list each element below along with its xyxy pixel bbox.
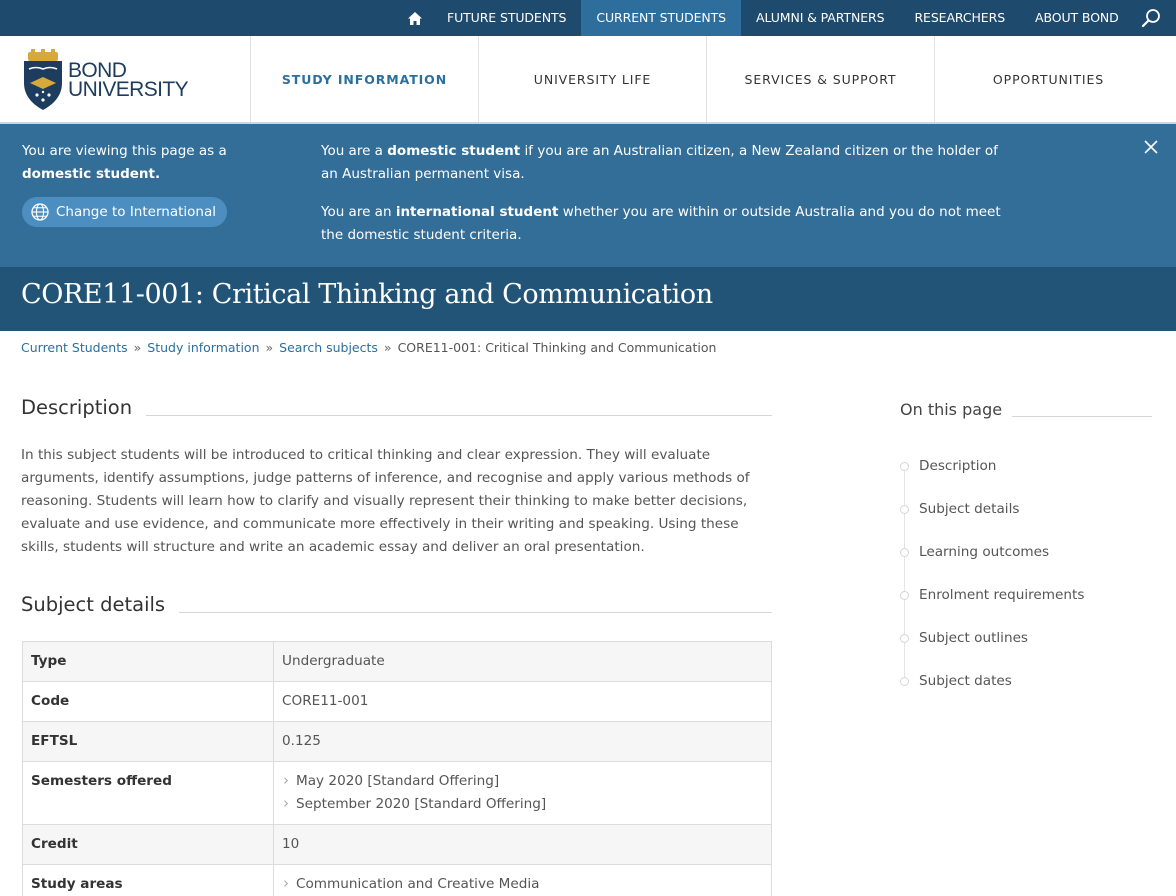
row-value: May 2020 [Standard Offering] September 2… bbox=[273, 761, 772, 825]
audience-nav: FUTURE STUDENTS CURRENT STUDENTS ALUMNI … bbox=[432, 0, 1134, 36]
primary-nav: STUDY INFORMATION UNIVERSITY LIFE SERVIC… bbox=[250, 36, 1162, 122]
row-label: EFTSL bbox=[22, 721, 274, 762]
logo-wordmark: BOND UNIVERSITY bbox=[68, 59, 189, 101]
row-value: Undergraduate bbox=[273, 641, 772, 682]
table-row: Type Undergraduate bbox=[22, 641, 772, 682]
nav-university-life[interactable]: UNIVERSITY LIFE bbox=[478, 36, 706, 122]
subject-details-heading: Subject details bbox=[21, 593, 772, 616]
topnav-about-bond[interactable]: ABOUT BOND bbox=[1020, 0, 1134, 36]
change-to-international-button[interactable]: Change to International bbox=[22, 197, 227, 227]
breadcrumb-search-subjects[interactable]: Search subjects bbox=[279, 340, 378, 355]
description-text: In this subject students will be introdu… bbox=[21, 447, 750, 555]
anchor-subject-outlines[interactable]: Subject outlines bbox=[898, 625, 1158, 668]
row-label: Type bbox=[22, 641, 274, 682]
on-this-page-heading: On this page bbox=[900, 400, 1152, 419]
anchor-enrolment-requirements[interactable]: Enrolment requirements bbox=[898, 582, 1158, 625]
nav-opportunities[interactable]: OPPORTUNITIES bbox=[934, 36, 1162, 122]
table-row: Semesters offered May 2020 [Standard Off… bbox=[22, 761, 772, 825]
nav-study-information[interactable]: STUDY INFORMATION bbox=[250, 36, 478, 122]
breadcrumb-current-page: CORE11-001: Critical Thinking and Commun… bbox=[397, 340, 717, 355]
domestic-definition: You are a domestic student if you are an… bbox=[321, 143, 998, 182]
title-band: CORE11-001: Critical Thinking and Commun… bbox=[0, 267, 1176, 331]
anchor-subject-details[interactable]: Subject details bbox=[898, 496, 1158, 539]
list-item: September 2020 [Standard Offering] bbox=[282, 792, 763, 816]
table-row: Study areas Communication and Creative M… bbox=[22, 864, 772, 896]
student-type-notice: You are viewing this page as a domestic … bbox=[0, 124, 1176, 267]
breadcrumb-study-information[interactable]: Study information bbox=[147, 340, 259, 355]
row-label: Credit bbox=[22, 824, 274, 865]
home-icon[interactable] bbox=[400, 0, 430, 36]
description-heading: Description bbox=[21, 396, 772, 419]
topnav-alumni-partners[interactable]: ALUMNI & PARTNERS bbox=[741, 0, 899, 36]
row-label: Study areas bbox=[22, 864, 274, 896]
row-value: Communication and Creative Media bbox=[273, 864, 772, 896]
breadcrumb-current-students[interactable]: Current Students bbox=[21, 340, 128, 355]
subject-details-table: Type Undergraduate Code CORE11-001 EFTSL… bbox=[22, 641, 772, 896]
main-header: BOND UNIVERSITY STUDY INFORMATION UNIVER… bbox=[0, 36, 1176, 124]
viewing-as-message: You are viewing this page as a domestic … bbox=[22, 143, 227, 182]
bond-university-logo[interactable]: BOND UNIVERSITY bbox=[22, 46, 189, 114]
table-row: Code CORE11-001 bbox=[22, 681, 772, 722]
row-label: Semesters offered bbox=[22, 761, 274, 825]
utility-bar: FUTURE STUDENTS CURRENT STUDENTS ALUMNI … bbox=[0, 0, 1176, 36]
row-value: 0.125 bbox=[273, 721, 772, 762]
breadcrumb: Current Students » Study information » S… bbox=[21, 340, 717, 355]
list-item: Communication and Creative Media bbox=[282, 872, 763, 896]
row-value: 10 bbox=[273, 824, 772, 865]
row-label: Code bbox=[22, 681, 274, 722]
topnav-future-students[interactable]: FUTURE STUDENTS bbox=[432, 0, 581, 36]
page-title: CORE11-001: Critical Thinking and Commun… bbox=[21, 279, 713, 310]
search-icon[interactable] bbox=[1136, 0, 1166, 36]
row-value: CORE11-001 bbox=[273, 681, 772, 722]
anchor-subject-dates[interactable]: Subject dates bbox=[898, 668, 1158, 711]
on-this-page-nav: Description Subject details Learning out… bbox=[898, 453, 1158, 711]
crest-icon bbox=[24, 49, 62, 110]
topnav-researchers[interactable]: RESEARCHERS bbox=[899, 0, 1020, 36]
close-icon[interactable] bbox=[1143, 139, 1159, 155]
list-item: May 2020 [Standard Offering] bbox=[282, 769, 763, 793]
international-definition: You are an international student whether… bbox=[321, 204, 1001, 243]
globe-icon bbox=[30, 202, 50, 222]
anchor-description[interactable]: Description bbox=[898, 453, 1158, 496]
student-definitions: You are a domestic student if you are an… bbox=[321, 140, 1011, 247]
table-row: Credit 10 bbox=[22, 824, 772, 865]
anchor-learning-outcomes[interactable]: Learning outcomes bbox=[898, 539, 1158, 582]
topnav-current-students[interactable]: CURRENT STUDENTS bbox=[581, 0, 742, 36]
nav-services-support[interactable]: SERVICES & SUPPORT bbox=[706, 36, 934, 122]
table-row: EFTSL 0.125 bbox=[22, 721, 772, 762]
